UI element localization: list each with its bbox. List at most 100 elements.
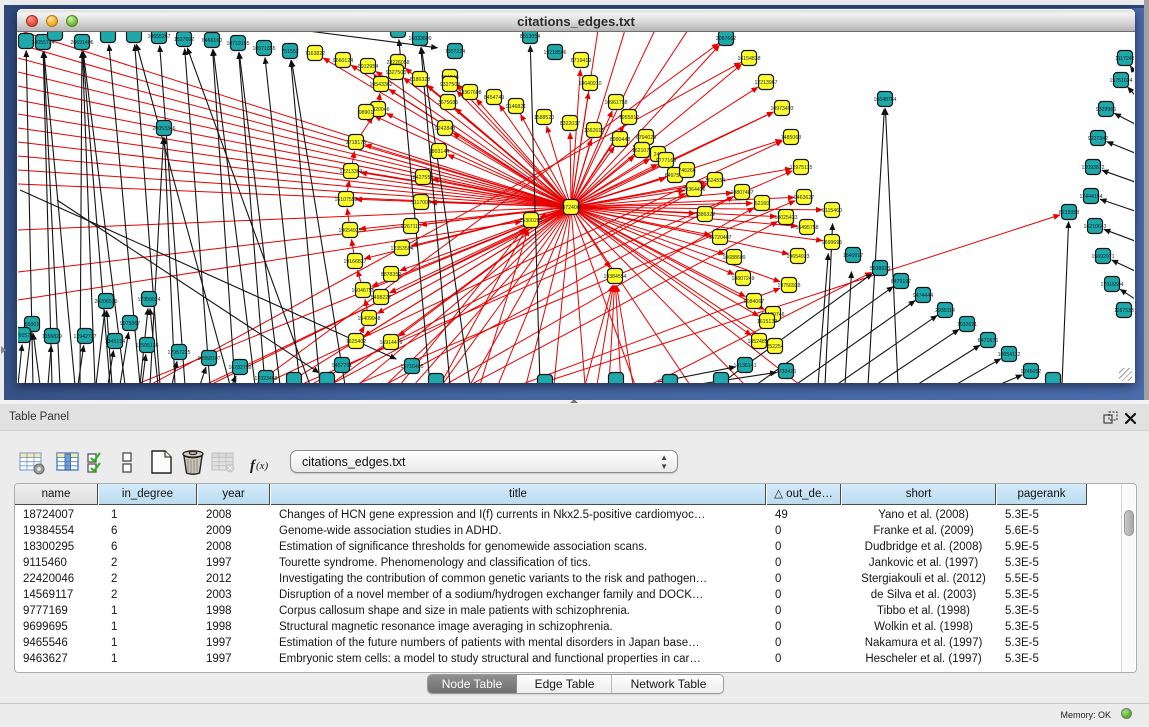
svg-text:9227342: 9227342 [1088, 136, 1108, 142]
svg-text:19384554: 19384554 [603, 274, 626, 280]
svg-text:8454749: 8454749 [484, 95, 504, 101]
svg-text:12975115: 12975115 [790, 165, 813, 171]
svg-text:2935114: 2935114 [935, 308, 955, 314]
svg-text:3675685: 3675685 [438, 100, 458, 106]
svg-text:9327508: 9327508 [440, 82, 460, 88]
svg-text:2803144: 2803144 [429, 149, 449, 155]
svg-text:9115460: 9115460 [822, 208, 842, 214]
svg-text:7632621: 7632621 [957, 322, 977, 328]
svg-text:9660124: 9660124 [333, 58, 353, 64]
svg-text:1733426: 1733426 [776, 369, 796, 375]
svg-text:9457791: 9457791 [332, 363, 352, 369]
svg-text:15409948: 15409948 [357, 316, 380, 322]
svg-text:16046755: 16046755 [351, 288, 374, 294]
svg-text:10958107: 10958107 [197, 356, 220, 362]
svg-text:9084067: 9084067 [744, 299, 764, 305]
svg-text:7625402: 7625402 [346, 339, 366, 345]
svg-text:6466160: 6466160 [202, 38, 222, 44]
svg-text:98901: 98901 [359, 110, 374, 116]
svg-text:1167533: 1167533 [1114, 308, 1134, 314]
svg-text:12353594: 12353594 [390, 246, 413, 252]
svg-text:1615132: 1615132 [757, 319, 777, 325]
svg-text:10543362: 10543362 [369, 82, 392, 88]
svg-text:14136141: 14136141 [733, 363, 756, 369]
svg-text:16648784: 16648784 [873, 97, 896, 103]
svg-text:8186328: 8186328 [410, 77, 430, 83]
svg-text:12093872: 12093872 [1081, 165, 1104, 171]
svg-text:8322037: 8322037 [560, 121, 580, 127]
svg-text:9699695: 9699695 [822, 240, 842, 246]
svg-text:20691406: 20691406 [70, 40, 93, 46]
svg-text:16914479: 16914479 [379, 340, 402, 346]
svg-text:1527602: 1527602 [174, 37, 194, 43]
svg-text:16033809: 16033809 [408, 36, 431, 42]
svg-text:10655267: 10655267 [147, 34, 170, 40]
svg-text:62160: 62160 [755, 201, 770, 207]
svg-text:17016504: 17016504 [1100, 282, 1123, 288]
svg-text:12323468: 12323468 [254, 376, 277, 382]
svg-text:(x): (x) [256, 460, 269, 472]
svg-text:10671355: 10671355 [252, 46, 275, 52]
svg-text:9242848: 9242848 [435, 126, 455, 132]
svg-text:15751024: 15751024 [1109, 78, 1132, 84]
svg-text:1588520: 1588520 [534, 115, 554, 121]
svg-text:20364436: 20364436 [682, 187, 705, 193]
svg-text:9146821: 9146821 [506, 104, 526, 110]
svg-text:8912954: 8912954 [358, 64, 378, 70]
svg-text:10973493: 10973493 [770, 106, 793, 112]
svg-text:8719419: 8719419 [571, 58, 591, 64]
svg-text:9777169: 9777169 [656, 158, 676, 164]
svg-text:15692971: 15692971 [1091, 254, 1114, 260]
svg-text:19166827: 19166827 [343, 259, 366, 265]
svg-text:10961758: 10961758 [604, 100, 627, 106]
svg-text:10807487: 10807487 [730, 190, 753, 196]
svg-text:2718176: 2718176 [346, 140, 366, 146]
svg-text:7163822: 7163822 [305, 51, 325, 57]
svg-text:12213967: 12213967 [754, 80, 777, 86]
svg-text:9329966: 9329966 [1096, 107, 1116, 113]
svg-text:19218506: 19218506 [543, 50, 566, 56]
svg-text:252254: 252254 [766, 344, 783, 350]
svg-text:16495758: 16495758 [795, 225, 818, 231]
svg-text:6794028: 6794028 [636, 135, 656, 141]
svg-text:12213363: 12213363 [339, 169, 362, 175]
svg-text:7485063: 7485063 [781, 135, 801, 141]
svg-text:7955812: 7955812 [619, 115, 639, 121]
svg-text:9327503: 9327503 [386, 70, 406, 76]
svg-text:9117006: 9117006 [411, 200, 431, 206]
svg-text:8813054: 8813054 [520, 34, 540, 40]
svg-text:39157: 39157 [18, 333, 30, 339]
svg-text:18640910: 18640910 [578, 81, 601, 87]
svg-text:5498222: 5498222 [371, 295, 391, 301]
svg-text:20053346: 20053346 [152, 126, 175, 132]
svg-text:751552: 751552 [281, 49, 298, 55]
svg-text:1117243: 1117243 [1115, 56, 1134, 62]
svg-text:16107553: 16107553 [334, 197, 357, 203]
svg-text:1156829: 1156829 [42, 334, 62, 340]
svg-text:9474444: 9474444 [913, 293, 933, 299]
svg-text:18724007: 18724007 [559, 205, 582, 211]
svg-text:1621072: 1621072 [632, 148, 652, 154]
svg-text:19654925: 19654925 [338, 228, 361, 234]
svg-text:7386322: 7386322 [695, 212, 715, 218]
svg-text:12942737: 12942737 [73, 334, 96, 340]
svg-text:1362615: 1362615 [584, 128, 604, 134]
svg-text:8990448: 8990448 [610, 137, 630, 143]
svg-text:6479197: 6479197 [891, 279, 911, 285]
svg-text:18807249: 18807249 [731, 276, 754, 282]
svg-text:10688609: 10688609 [722, 255, 745, 261]
svg-text:9245652: 9245652 [1021, 369, 1041, 375]
svg-text:20206536: 20206536 [94, 299, 117, 305]
svg-text:19654923: 19654923 [786, 254, 809, 260]
svg-text:12444154: 12444154 [1079, 194, 1102, 200]
svg-text:3624554: 3624554 [705, 178, 725, 184]
svg-text:19756928: 19756928 [777, 283, 800, 289]
svg-text:12505135: 12505135 [135, 343, 158, 349]
svg-text:9975867: 9975867 [120, 321, 140, 327]
svg-text:10654112: 10654112 [998, 352, 1021, 358]
svg-text:16782759: 16782759 [228, 365, 251, 371]
svg-text:17359924: 17359924 [137, 297, 160, 303]
svg-text:23367608: 23367608 [458, 90, 481, 96]
svg-text:15720407: 15720407 [708, 235, 731, 241]
svg-text:5938923: 5938923 [870, 266, 890, 272]
